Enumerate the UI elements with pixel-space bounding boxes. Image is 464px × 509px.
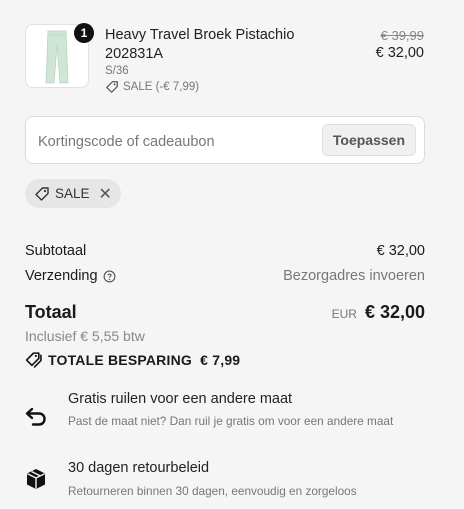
perk-description: Past de maat niet? Dan ruil je gratis om… xyxy=(68,414,394,428)
total-currency: EUR xyxy=(331,307,357,321)
total-value: € 32,00 xyxy=(364,302,425,322)
quantity-badge: 1 xyxy=(74,23,94,43)
total-savings: TOTALE BESPARING € 7,99 xyxy=(25,351,240,368)
vat-text: Inclusief € 5,55 btw xyxy=(25,328,145,344)
total-value-group: EUR € 32,00 xyxy=(332,302,425,323)
subtotal-row: Subtotaal € 32,00 xyxy=(25,243,425,259)
product-variant: S/36 xyxy=(105,65,129,77)
tags-icon xyxy=(25,352,42,368)
perk-title: Gratis ruilen voor een andere maat xyxy=(68,391,293,407)
sale-price: € 32,00 xyxy=(375,45,424,61)
subtotal-label: Subtotaal xyxy=(25,243,87,259)
total-savings-label: TOTALE BESPARING € 7,99 xyxy=(48,351,241,368)
sale-tag-label: SALE (-€ 7,99) xyxy=(123,81,200,93)
tag-icon xyxy=(35,186,49,201)
applied-code-label: SALE xyxy=(55,186,90,201)
exchange-icon xyxy=(25,407,46,426)
box-icon xyxy=(27,469,45,489)
total-label: Totaal xyxy=(25,302,77,322)
shipping-value: Bezorgadres invoeren xyxy=(283,268,425,284)
tag-icon xyxy=(106,81,118,93)
apply-discount-button[interactable]: Toepassen xyxy=(321,124,416,156)
subtotal-value: € 32,00 xyxy=(376,243,425,259)
product-sale-tag: SALE (-€ 7,99) xyxy=(105,80,199,94)
product-name[interactable]: Heavy Travel Broek Pistachio 202831A xyxy=(105,26,325,64)
perk-description: Retourneren binnen 30 dagen, eenvoudig e… xyxy=(68,484,357,498)
remove-discount-icon[interactable]: ✕ xyxy=(99,184,112,204)
original-price: € 39,99 xyxy=(380,28,424,43)
discount-code-box: Toepassen xyxy=(25,116,425,164)
help-icon[interactable] xyxy=(103,270,116,283)
discount-code-input[interactable] xyxy=(36,129,310,155)
applied-discount-chip: SALE ✕ xyxy=(25,179,121,208)
shipping-label: Verzending xyxy=(25,268,98,284)
perk-title: 30 dagen retourbeleid xyxy=(68,460,210,476)
shipping-row: Verzending Bezorgadres invoeren xyxy=(25,268,425,284)
